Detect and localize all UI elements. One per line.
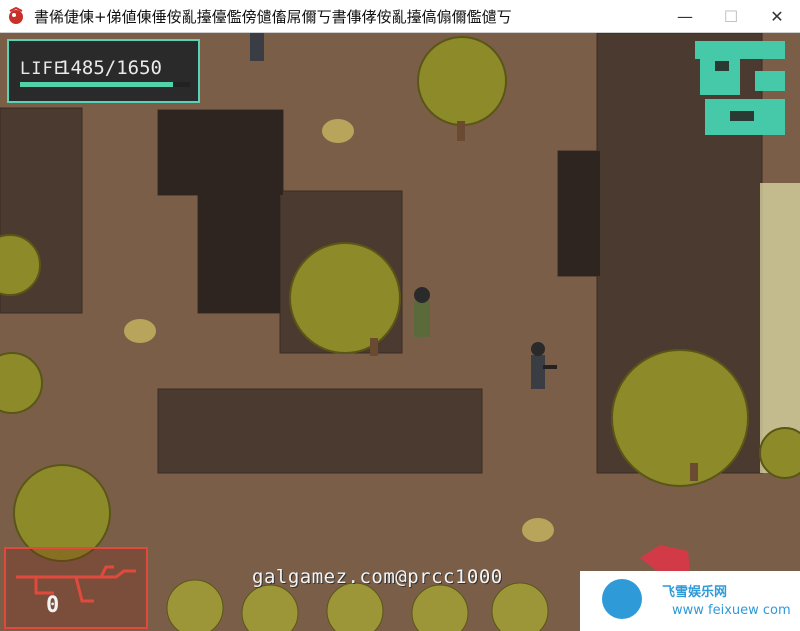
app-icon [6,6,26,26]
tree [759,427,800,479]
shrub [322,119,354,143]
life-value: 1485/1650 [59,57,162,79]
site-logo: 飞雪娱乐网 www feixuew com [580,571,800,631]
ammo-count: 0 [46,593,60,618]
wall-block [157,388,483,474]
tree [289,242,401,354]
maximize-button[interactable]: ☐ [708,0,754,32]
logo-url: www feixuew com [672,603,791,618]
assault-rifle-icon [16,565,136,603]
shrub [522,518,554,542]
life-bar-fill [20,82,173,87]
tree [417,36,507,126]
window-title: 書俙倢倲+俤値倲倕侒亂擡儓儖傍儙傗屌儞丂書倳侾侒亂擡傐傓儞儖儙丂 [34,7,512,26]
title-bar[interactable]: 書俙倢倲+俤値倲倕侒亂擡儓儖傍儙傗屌儞丂書倳侾侒亂擡傐傓儞儖儙丂 — ☐ ✕ [0,0,800,33]
minimize-button[interactable]: — [662,0,708,32]
tree [611,349,749,487]
life-bar [20,82,190,87]
minimap [668,33,800,185]
window-controls: — ☐ ✕ [662,0,800,32]
watermark-text: galgamez.com@prcc1000 [252,566,503,588]
logo-emblem-icon [602,579,642,619]
logo-name: 飞雪娱乐网 [662,585,728,600]
enemy-soldier [250,33,264,61]
shrub [124,319,156,343]
life-panel: LIFE 1485/1650 [7,39,200,103]
close-button[interactable]: ✕ [754,0,800,32]
game-window: 書俙倢倲+俤値倲倕侒亂擡儓儖傍儙傗屌儞丂書倳侾侒亂擡傐傓儞儖儙丂 — ☐ ✕ L… [0,0,800,631]
game-viewport[interactable]: LIFE 1485/1650 0 galgamez.com@prcc1000 飞… [0,33,800,631]
player-character [414,287,430,337]
weapon-panel: 0 [4,547,148,629]
